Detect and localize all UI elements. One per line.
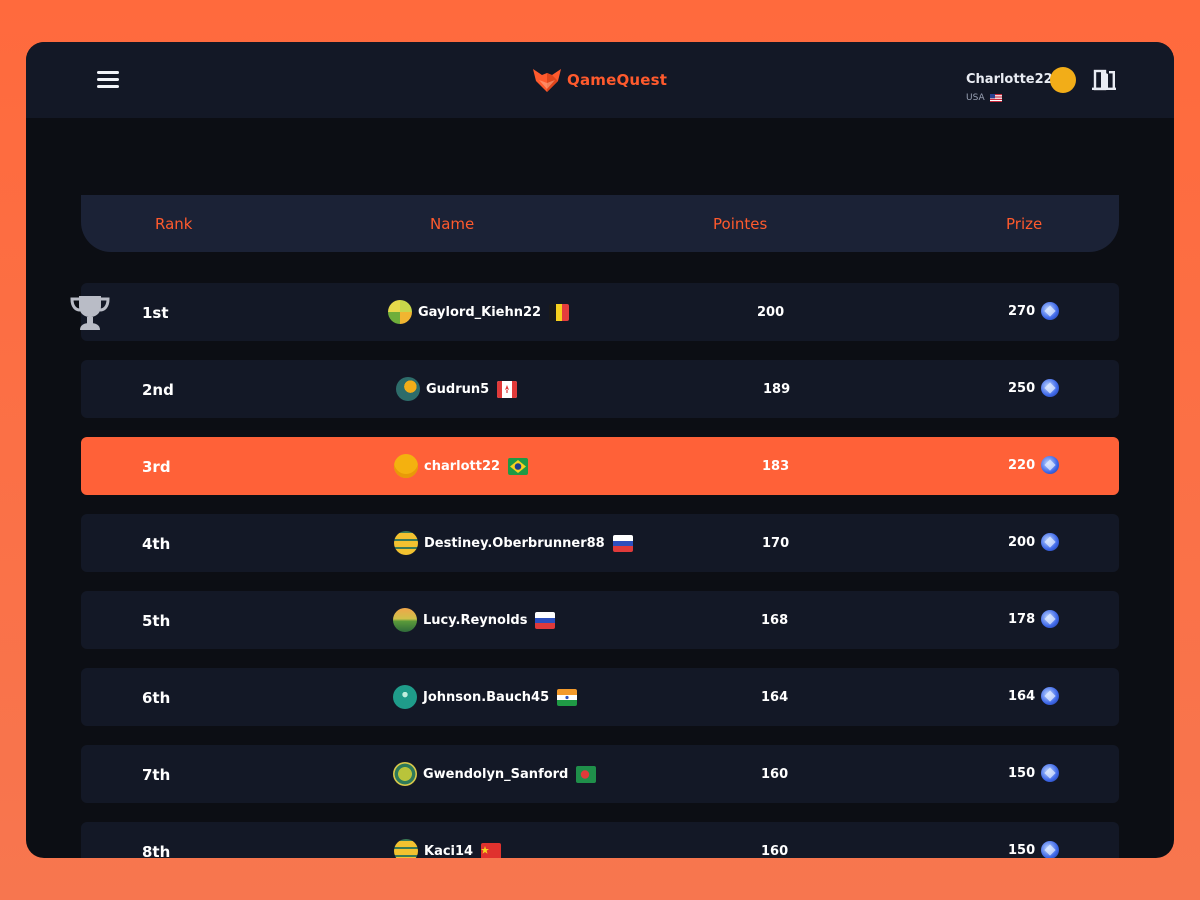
brand-name: QameQuest — [567, 71, 668, 89]
points-value: 200 — [757, 305, 785, 320]
app-window: QameQuest Charlotte22 USA Rank Name Poin… — [26, 42, 1174, 858]
brazil-flag-icon — [508, 457, 529, 475]
player-avatar — [394, 531, 418, 555]
player-cell: charlott22 — [394, 454, 529, 478]
points-value: 183 — [762, 459, 790, 474]
player-avatar — [393, 762, 417, 786]
player-cell: Gaylord_Kiehn22 — [388, 300, 570, 324]
player-avatar — [393, 685, 417, 709]
player-cell: Lucy.Reynolds — [393, 608, 556, 632]
header-prize: Prize — [1006, 215, 1043, 233]
leaderboard-row[interactable]: 6th Johnson.Bauch45 164 164 — [81, 668, 1119, 726]
rank-label: 2nd — [142, 381, 174, 399]
gem-icon — [1041, 687, 1060, 705]
player-name: Gaylord_Kiehn22 — [418, 304, 542, 320]
usa-flag-icon — [989, 94, 1002, 102]
gem-icon — [1041, 379, 1060, 397]
player-cell: Gudrun5 — [396, 377, 518, 401]
prize-value: 164 — [1008, 688, 1036, 704]
player-name: Destiney.Oberbrunner88 — [424, 535, 605, 551]
prize-cell: 178 — [1008, 610, 1060, 628]
trophy-icon — [70, 296, 110, 330]
points-value: 189 — [763, 382, 791, 397]
china-flag-icon — [481, 842, 502, 858]
gem-icon — [1041, 764, 1060, 782]
bangladesh-flag-icon — [576, 765, 597, 783]
leaderboard-row[interactable]: 1st Gaylord_Kiehn22 200 270 — [81, 283, 1119, 341]
user-country-label: USA — [966, 93, 985, 103]
player-avatar — [394, 839, 418, 858]
hamburger-menu-button[interactable] — [97, 71, 119, 89]
gem-icon — [1041, 302, 1060, 320]
leaderboard-row[interactable]: 8th Kaci14 160 150 — [81, 822, 1119, 858]
user-name: Charlotte22 — [966, 72, 1053, 87]
player-avatar — [396, 377, 420, 401]
prize-value: 200 — [1008, 534, 1036, 550]
points-value: 160 — [761, 844, 789, 858]
prize-cell: 150 — [1008, 764, 1060, 782]
player-name: Gwendolyn_Sanford — [423, 766, 569, 782]
rank-label: 8th — [142, 843, 171, 858]
user-avatar[interactable] — [1050, 67, 1076, 93]
points-value: 164 — [761, 690, 789, 705]
player-name: Johnson.Bauch45 — [423, 689, 550, 705]
player-cell: Johnson.Bauch45 — [393, 685, 578, 709]
leaderboard-row[interactable]: 5th Lucy.Reynolds 168 178 — [81, 591, 1119, 649]
rank-label: 5th — [142, 612, 171, 630]
fox-logo-icon — [533, 69, 561, 92]
leaderboard-row[interactable]: 4th Destiney.Oberbrunner88 170 200 — [81, 514, 1119, 572]
gem-icon — [1041, 610, 1060, 628]
rank-label: 1st — [142, 304, 169, 322]
player-name: charlott22 — [424, 458, 501, 474]
prize-cell: 270 — [1008, 302, 1060, 320]
leaderboard-row[interactable]: 7th Gwendolyn_Sanford 160 150 — [81, 745, 1119, 803]
header-name: Name — [430, 215, 475, 233]
header-rank: Rank — [155, 215, 193, 233]
prize-cell: 250 — [1008, 379, 1060, 397]
prize-value: 150 — [1008, 765, 1036, 781]
points-value: 170 — [762, 536, 790, 551]
prize-value: 220 — [1008, 457, 1036, 473]
prize-value: 150 — [1008, 842, 1036, 858]
india-flag-icon — [557, 688, 578, 706]
leaderboard-header: Rank Name Pointes Prize — [81, 195, 1119, 252]
rank-label: 3rd — [142, 458, 171, 476]
leaderboard-row[interactable]: 2nd Gudrun5 189 250 — [81, 360, 1119, 418]
belgium-flag-icon — [549, 303, 570, 321]
player-cell: Destiney.Oberbrunner88 — [394, 531, 633, 555]
prize-value: 270 — [1008, 303, 1036, 319]
player-cell: Kaci14 — [394, 839, 502, 859]
player-name: Lucy.Reynolds — [423, 612, 528, 628]
player-avatar — [394, 454, 418, 478]
russia-flag-icon — [612, 534, 633, 552]
prize-value: 250 — [1008, 380, 1036, 396]
gem-icon — [1041, 533, 1060, 551]
points-value: 160 — [761, 767, 789, 782]
player-name: Kaci14 — [424, 843, 474, 859]
player-name: Gudrun5 — [426, 381, 490, 397]
leaderboard-row-current-user[interactable]: 3rd charlott22 183 220 — [81, 437, 1119, 495]
logout-door-icon[interactable] — [1091, 69, 1117, 91]
rank-label: 7th — [142, 766, 171, 784]
gem-icon — [1041, 841, 1060, 858]
canada-flag-icon — [497, 380, 518, 398]
gem-icon — [1041, 456, 1060, 474]
prize-cell: 200 — [1008, 533, 1060, 551]
prize-cell: 150 — [1008, 841, 1060, 858]
russia-flag-icon — [535, 611, 556, 629]
prize-cell: 220 — [1008, 456, 1060, 474]
brand[interactable]: QameQuest — [533, 66, 667, 94]
user-country: USA — [966, 93, 1002, 103]
player-avatar — [393, 608, 417, 632]
prize-cell: 164 — [1008, 687, 1060, 705]
rank-label: 4th — [142, 535, 171, 553]
player-avatar — [388, 300, 412, 324]
rank-label: 6th — [142, 689, 171, 707]
prize-value: 178 — [1008, 611, 1036, 627]
points-value: 168 — [761, 613, 789, 628]
player-cell: Gwendolyn_Sanford — [393, 762, 597, 786]
top-bar: QameQuest Charlotte22 USA — [26, 42, 1174, 118]
header-points: Pointes — [713, 215, 768, 233]
